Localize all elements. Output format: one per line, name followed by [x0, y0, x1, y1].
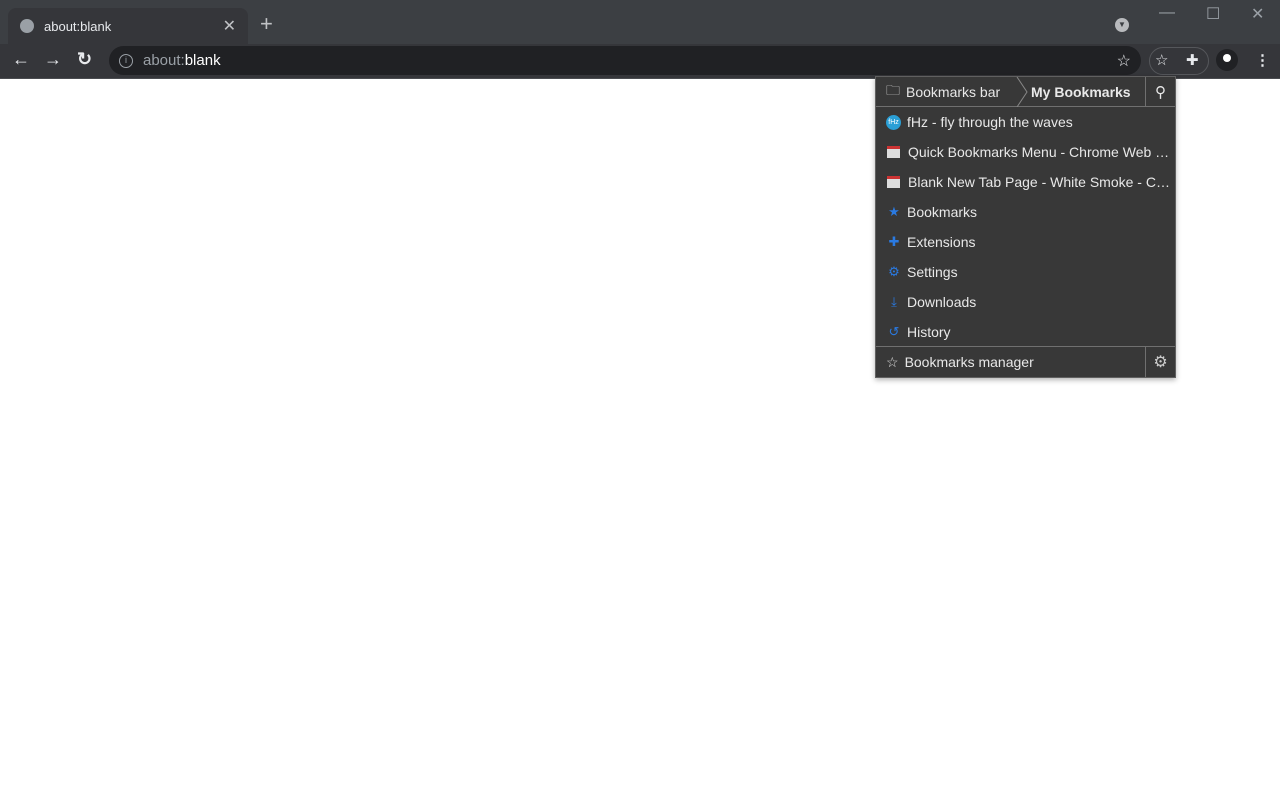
breadcrumb-my-bookmarks[interactable]: My Bookmarks: [1011, 77, 1131, 106]
breadcrumb: 🗀 Bookmarks bar My Bookmarks ⚲: [876, 77, 1175, 107]
puzzle-icon[interactable]: ✚: [1186, 51, 1199, 69]
address-bar[interactable]: i about: blank ☆: [109, 46, 1141, 75]
browser-tab[interactable]: about:blank ✕: [8, 8, 248, 44]
list-item[interactable]: Quick Bookmarks Menu - Chrome Web Store: [876, 137, 1175, 167]
list-item[interactable]: ⤓ Downloads: [876, 287, 1175, 317]
title-bar: about:blank ✕ + ▼ — ☐ ✕: [0, 0, 1280, 44]
puzzle-icon: ✚: [888, 234, 900, 249]
bookmark-star-icon[interactable]: ☆: [1117, 51, 1131, 71]
breadcrumb-bookmarks-bar[interactable]: 🗀 Bookmarks bar: [876, 77, 1000, 106]
bookmarks-manager-button[interactable]: ☆ Bookmarks manager ⚙: [876, 346, 1175, 377]
url-path: blank: [184, 52, 221, 69]
star-icon: ★: [888, 204, 900, 219]
forward-button[interactable]: →: [44, 49, 62, 70]
list-item[interactable]: ↺ History: [876, 317, 1175, 347]
gear-icon: ⚙: [1153, 354, 1168, 371]
list-item[interactable]: fHz fHz - fly through the waves: [876, 107, 1175, 137]
minimize-button[interactable]: —: [1159, 4, 1175, 22]
list-item[interactable]: ★ Bookmarks: [876, 197, 1175, 227]
tab-title: about:blank: [44, 18, 112, 34]
bookmarks-popup: 🗀 Bookmarks bar My Bookmarks ⚲ fHz fHz - …: [875, 76, 1176, 378]
url-host: about:: [143, 52, 185, 69]
chrome-web-store-icon: [887, 176, 900, 188]
star-outline-icon: ☆: [886, 353, 899, 370]
quick-bookmarks-extension-icon[interactable]: ☆: [1155, 51, 1168, 69]
maximize-button[interactable]: ☐: [1206, 4, 1220, 24]
download-icon: ⤓: [891, 294, 897, 309]
settings-button[interactable]: ⚙: [1145, 347, 1175, 377]
reload-button[interactable]: ↻: [77, 49, 92, 70]
search-button[interactable]: ⚲: [1145, 77, 1175, 106]
toolbar: ← → ↻ i about: blank ☆ ☆ ✚ ⋮: [0, 44, 1280, 79]
history-icon: ↺: [888, 324, 900, 339]
chrome-web-store-icon: [887, 146, 900, 158]
list-item[interactable]: ⚙ Settings: [876, 257, 1175, 287]
close-tab-icon[interactable]: ✕: [223, 16, 236, 36]
globe-icon: [20, 19, 34, 33]
new-tab-button[interactable]: +: [260, 13, 273, 35]
fhz-favicon: fHz: [886, 114, 901, 130]
search-icon: ⚲: [1155, 83, 1166, 101]
list-item[interactable]: Blank New Tab Page - White Smoke - Chrom…: [876, 167, 1175, 197]
avatar[interactable]: [1216, 49, 1238, 71]
back-button[interactable]: ←: [12, 49, 30, 70]
gear-icon: ⚙: [888, 264, 900, 279]
folder-icon: 🗀: [886, 81, 900, 98]
tab-search-icon[interactable]: ▼: [1115, 18, 1129, 32]
menu-kebab-icon[interactable]: ⋮: [1255, 51, 1270, 69]
list-item[interactable]: ✚ Extensions: [876, 227, 1175, 257]
close-window-button[interactable]: ✕: [1251, 4, 1264, 24]
info-icon[interactable]: i: [119, 53, 133, 68]
